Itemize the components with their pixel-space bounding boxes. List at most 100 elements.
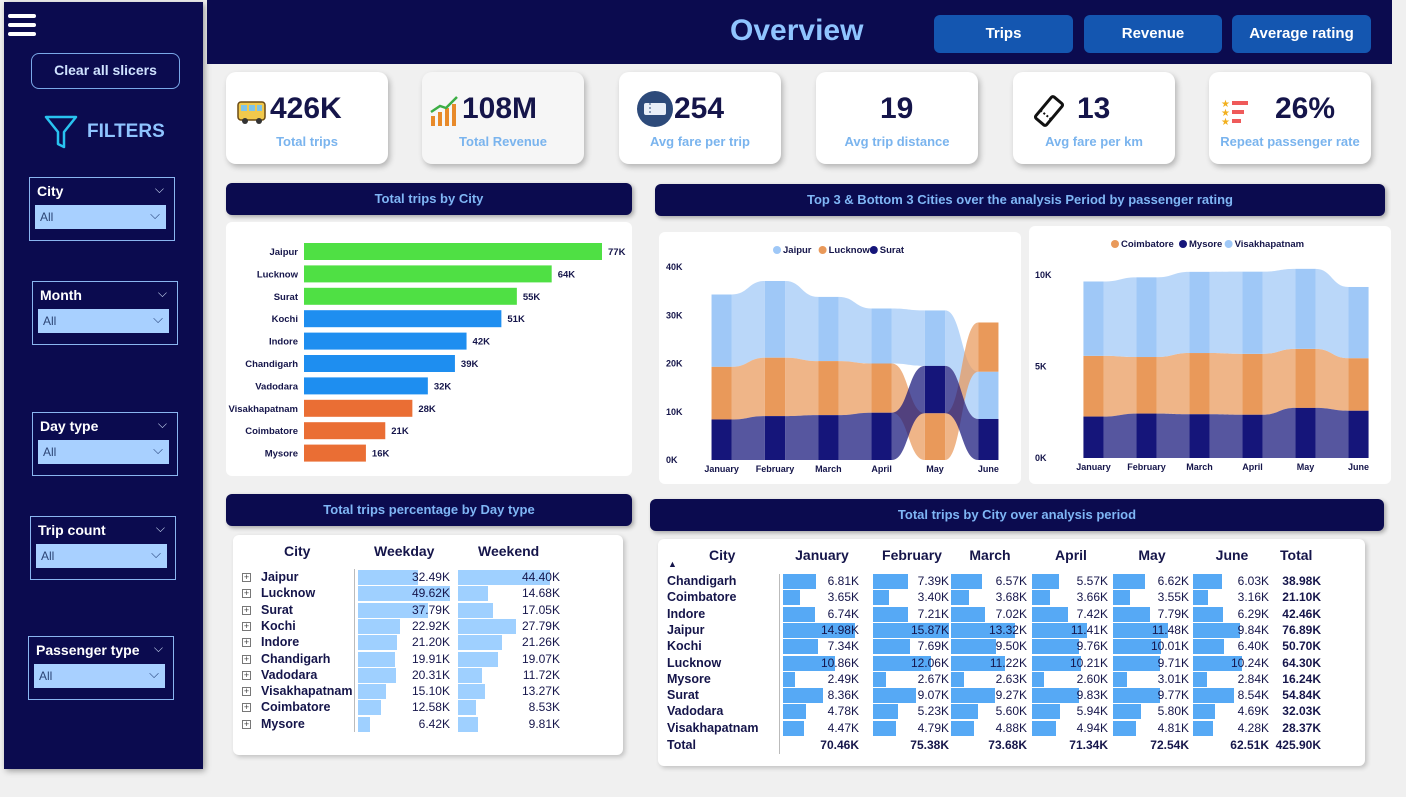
slicer-month[interactable]: Month ⌵ All ⌵: [32, 281, 178, 345]
average-rating-button[interactable]: Average rating: [1232, 15, 1371, 53]
row-label: Lucknow: [667, 655, 722, 670]
cell-value: 6.57K: [995, 574, 1027, 588]
expand-icon[interactable]: +: [242, 687, 251, 697]
slicer-value: All: [43, 314, 57, 328]
cell-value: 9.50K: [995, 639, 1027, 654]
row-label: Jaipur: [261, 570, 299, 584]
slicer-city[interactable]: City ⌵ All ⌵: [29, 177, 175, 241]
slicer-trip-count[interactable]: Trip count ⌵ All ⌵: [30, 516, 176, 580]
ribbon-band: [1209, 271, 1243, 354]
slicer-dropdown[interactable]: All ⌵: [38, 309, 169, 333]
slicer-passenger-type[interactable]: Passenger type ⌵ All ⌵: [28, 636, 174, 700]
slicer-day-type[interactable]: Day type ⌵ All ⌵: [32, 412, 178, 476]
menu-icon[interactable]: [8, 14, 36, 38]
row-label: Indore: [261, 635, 300, 650]
slicer-dropdown[interactable]: All ⌵: [34, 664, 165, 688]
chevron-down-icon[interactable]: ⌵: [156, 521, 165, 536]
row-label: Surat: [261, 602, 293, 617]
cell-value: 3.55K: [1157, 590, 1189, 605]
filters-label: FILTERS: [87, 121, 165, 142]
stack-segment: [924, 413, 946, 460]
y-tick-label: 10K: [1035, 270, 1052, 280]
total-label: Total: [667, 738, 696, 752]
clear-all-slicers-button[interactable]: Clear all slicers: [31, 53, 180, 89]
expand-icon[interactable]: +: [242, 621, 251, 631]
kpi-repeat-passenger-rate: ★ ★ ★ 26% Repeat passenger rate: [1209, 72, 1371, 164]
cell-value: 3.68K: [995, 590, 1027, 605]
slicer-dropdown[interactable]: All ⌵: [38, 440, 169, 464]
y-tick-label: 5K: [1035, 362, 1047, 372]
stack-segment: [818, 296, 839, 362]
cell-value: 5.23K: [917, 704, 949, 719]
cell-value: 13.32K: [988, 622, 1027, 637]
expand-icon[interactable]: +: [242, 589, 251, 599]
expand-icon[interactable]: +: [242, 654, 251, 664]
stack-segment: [1083, 355, 1104, 417]
legend-label: Coimbatore: [1121, 239, 1174, 250]
page-title: Overview: [730, 14, 864, 47]
revenue-button[interactable]: Revenue: [1084, 15, 1222, 53]
sort-icon[interactable]: ▲: [668, 559, 677, 569]
ribbon-band: [1156, 271, 1190, 358]
ribbon-band: [891, 308, 925, 366]
sidebar: Clear all slicers FILTERS City ⌵ All ⌵ Mo…: [4, 2, 203, 769]
bar-value-label: 42K: [473, 337, 491, 348]
stack-segment: [1189, 271, 1210, 354]
cell-value: 12.06K: [910, 655, 949, 670]
day-type-panel: City Weekday Weekend + Jaipur 32.49K 44.40K + Lu…: [233, 535, 623, 755]
column-total: 71.34K: [1069, 738, 1108, 752]
expand-icon[interactable]: +: [242, 670, 251, 680]
cell-value: 13.27K: [521, 684, 560, 699]
cell-value: 17.05K: [521, 602, 560, 617]
chevron-down-icon: ⌵: [153, 442, 163, 457]
expand-icon[interactable]: +: [242, 719, 251, 729]
cell-value: 9.07K: [917, 688, 949, 703]
expand-icon[interactable]: +: [242, 605, 251, 615]
cell-value: 2.63K: [995, 671, 1027, 686]
row-label: Coimbatore: [667, 590, 737, 605]
cell-value: 4.94K: [1076, 720, 1108, 735]
chevron-down-icon[interactable]: ⌵: [155, 182, 164, 197]
bar: [304, 310, 502, 328]
stack-segment: [764, 357, 786, 417]
row-label: Visakhapatnam: [261, 684, 353, 699]
y-tick-label: 0K: [666, 455, 678, 465]
row-total: 54.84K: [1282, 688, 1321, 703]
slicer-dropdown[interactable]: All ⌵: [35, 205, 166, 229]
cell-value: 5.60K: [995, 704, 1027, 719]
cell-value: 11.22K: [989, 655, 1027, 670]
bar-value-label: 51K: [507, 314, 525, 325]
expand-icon[interactable]: +: [242, 638, 251, 648]
chevron-down-icon[interactable]: ⌵: [154, 641, 163, 656]
expand-icon[interactable]: +: [242, 573, 251, 582]
svg-text:★: ★: [1221, 117, 1230, 126]
stack-segment: [1083, 416, 1104, 458]
column-total: 62.51K: [1230, 738, 1269, 752]
cell-value: 2.67K: [917, 671, 949, 686]
legend-label: Jaipur: [783, 245, 812, 256]
expand-icon[interactable]: +: [242, 703, 251, 713]
cell-value: 4.28K: [1237, 720, 1269, 735]
ribbon-band: [1103, 413, 1137, 458]
cell-value: 19.07K: [521, 651, 560, 666]
slicer-dropdown[interactable]: All ⌵: [36, 544, 167, 568]
cell-value: 7.02K: [995, 606, 1027, 621]
column-header: June: [1215, 547, 1249, 563]
header: Overview Trips Revenue Average rating: [207, 0, 1392, 64]
stack-segment: [871, 308, 892, 364]
day-type-table: City Weekday Weekend + Jaipur 32.49K 44.40K + Lu…: [233, 535, 623, 755]
column-header: City: [709, 547, 736, 563]
chevron-down-icon[interactable]: ⌵: [158, 417, 167, 432]
ribbon-band: [731, 357, 765, 420]
stack-segment: [1295, 407, 1316, 458]
stack-segment: [1136, 277, 1157, 358]
stack-segment: [871, 363, 892, 413]
legend-marker: [1224, 240, 1233, 248]
trips-button[interactable]: Trips: [934, 15, 1073, 53]
y-tick-label: 30K: [666, 310, 683, 320]
kpi-value: 108M: [462, 92, 538, 125]
chevron-down-icon[interactable]: ⌵: [158, 286, 167, 301]
row-label: Coimbatore: [261, 700, 331, 715]
bar: [304, 332, 467, 350]
slicer-label: Day type: [40, 418, 99, 434]
